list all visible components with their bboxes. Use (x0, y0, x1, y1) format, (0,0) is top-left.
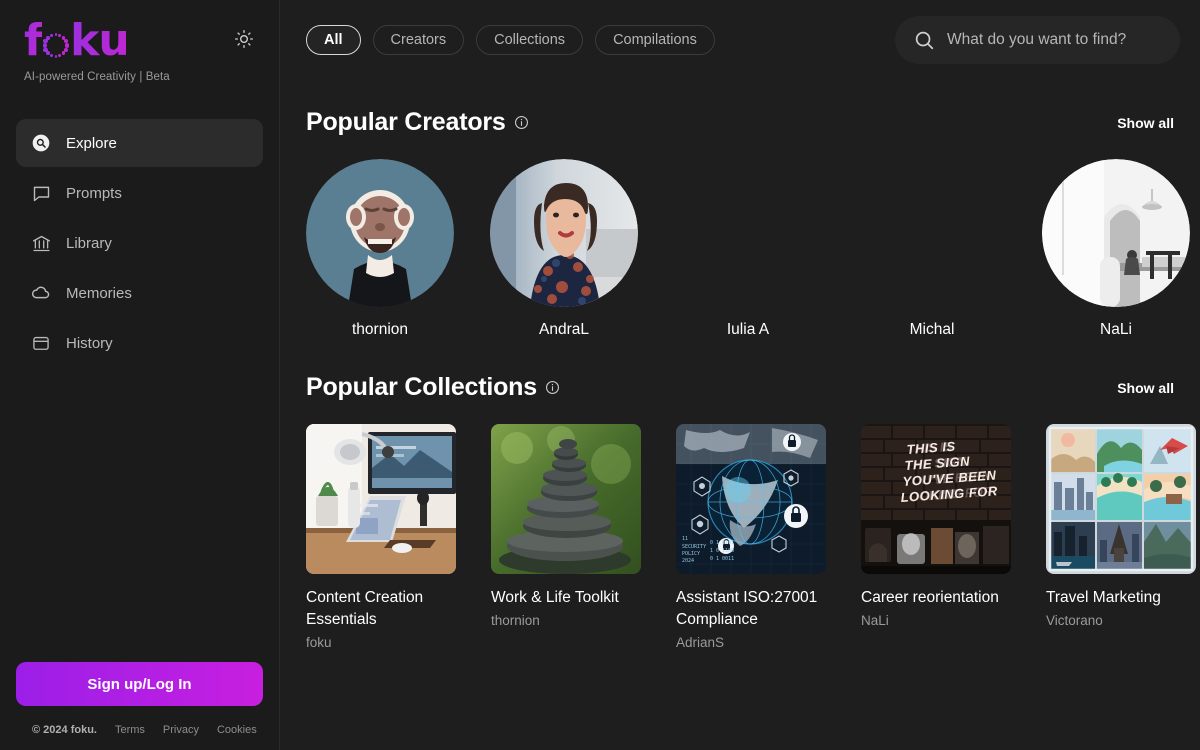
collection-thumbnail (1046, 424, 1196, 574)
creators-section-header: Popular Creators Show all (306, 108, 1200, 137)
theme-toggle-button[interactable] (231, 26, 257, 52)
bank-columns-icon (30, 232, 52, 254)
collection-author: AdrianS (676, 635, 725, 650)
collection-card[interactable]: THIS IS THE SIGN YOU'VE BEEN LOOKING FOR… (861, 424, 1011, 650)
sidebar-bottom: Sign up/Log In © 2024 foku. Terms Privac… (0, 662, 279, 750)
sidebar-footer: © 2024 foku. Terms Privacy Cookies (16, 724, 263, 736)
sidebar-item-library[interactable]: Library (16, 219, 263, 267)
signup-login-button[interactable]: Sign up/Log In (16, 662, 263, 706)
collection-author: Victorano (1046, 613, 1103, 628)
sidebar-item-explore[interactable]: Explore (16, 119, 263, 167)
collections-section-title: Popular Collections (306, 373, 537, 401)
logo-text-part1: f (24, 15, 43, 66)
sun-icon (234, 29, 254, 49)
collection-author: foku (306, 635, 332, 650)
collection-title: Assistant ISO:27001 Compliance (676, 589, 818, 628)
svg-text:0 1 0011: 0 1 0011 (710, 556, 734, 562)
main-content: All Creators Collections Compilations Po… (280, 0, 1200, 750)
creator-name: Iulia A (726, 321, 770, 338)
svg-text:POLICY: POLICY (682, 551, 700, 557)
svg-text:0 1 0101: 0 1 0101 (710, 540, 734, 546)
avatar (674, 159, 822, 307)
collection-author: thornion (491, 613, 540, 628)
logo-wrap: f ku AI-powered Creativity | Beta (24, 18, 170, 84)
content-area: Popular Creators Show all thornion Andra… (280, 108, 1200, 650)
svg-text:11: 11 (682, 536, 688, 542)
creator-card[interactable]: NaLi (1042, 159, 1190, 339)
collections-list: Content Creation Essentials foku Work & … (306, 424, 1200, 650)
sidebar: f ku AI-powered Creativity | Beta Explor… (0, 0, 280, 750)
filter-pill-group: All Creators Collections Compilations (306, 25, 715, 55)
sidebar-item-label: Explore (66, 134, 117, 152)
avatar (490, 159, 638, 307)
filter-pill-compilations[interactable]: Compilations (595, 25, 715, 55)
collection-title: Career reorientation (861, 589, 999, 606)
collection-thumbnail: 11 SECURITY POLICY 2024 0 1 0101 1 0 110… (676, 424, 826, 574)
collection-title: Travel Marketing (1046, 589, 1161, 606)
svg-text:1 0 1100: 1 0 1100 (710, 548, 734, 554)
collection-thumbnail: THIS IS THE SIGN YOU'VE BEEN LOOKING FOR… (861, 424, 1011, 574)
sidebar-nav: Explore Prompts Library Memories History (0, 119, 279, 367)
collection-card[interactable]: Content Creation Essentials foku (306, 424, 456, 650)
avatar (858, 159, 1006, 307)
logo-dot-ring-icon (42, 32, 69, 59)
collection-card[interactable]: 11 SECURITY POLICY 2024 0 1 0101 1 0 110… (676, 424, 826, 650)
collection-thumbnail (491, 424, 641, 574)
collection-thumbnail (306, 424, 456, 574)
creators-show-all-link[interactable]: Show all (1117, 115, 1174, 131)
collections-show-all-link[interactable]: Show all (1117, 380, 1174, 396)
chat-bubble-icon (30, 182, 52, 204)
search-bar[interactable] (895, 16, 1180, 64)
sidebar-item-history[interactable]: History (16, 319, 263, 367)
collection-card[interactable]: Work & Life Toolkit thornion (491, 424, 641, 650)
collection-card[interactable]: Travel Marketing Victorano (1046, 424, 1196, 650)
sidebar-item-memories[interactable]: Memories (16, 269, 263, 317)
app-root: f ku AI-powered Creativity | Beta Explor… (0, 0, 1200, 750)
svg-text:2024: 2024 (682, 558, 694, 564)
sidebar-item-label: Memories (66, 284, 132, 302)
privacy-link[interactable]: Privacy (163, 724, 199, 736)
creators-list: thornion AndraL Iulia A Michal NaLi (306, 159, 1200, 339)
creator-name: thornion (351, 321, 408, 338)
creators-section-title: Popular Creators (306, 108, 506, 136)
info-circle-icon[interactable] (514, 115, 529, 130)
brand-tagline: AI-powered Creativity | Beta (24, 71, 170, 83)
cookies-link[interactable]: Cookies (217, 724, 257, 736)
topbar: All Creators Collections Compilations (280, 0, 1200, 74)
avatar (1042, 159, 1190, 307)
creator-card[interactable]: Iulia A (674, 159, 822, 339)
logo-text-part2: ku (70, 15, 130, 66)
search-icon (913, 29, 935, 51)
terms-link[interactable]: Terms (115, 724, 145, 736)
collections-section-header: Popular Collections Show all (306, 373, 1200, 402)
filter-pill-all[interactable]: All (306, 25, 361, 55)
search-input[interactable] (947, 31, 1162, 49)
sidebar-item-label: History (66, 334, 113, 352)
creator-card[interactable]: thornion (306, 159, 454, 339)
collection-title: Work & Life Toolkit (491, 589, 619, 606)
brand-row: f ku AI-powered Creativity | Beta (0, 0, 279, 83)
explore-search-circle-icon (30, 132, 52, 154)
avatar (306, 159, 454, 307)
collection-author: NaLi (861, 613, 889, 628)
creator-card[interactable]: Michal (858, 159, 1006, 339)
cloud-icon (30, 282, 52, 304)
svg-text:SECURITY: SECURITY (682, 544, 706, 550)
filter-pill-collections[interactable]: Collections (476, 25, 584, 55)
info-circle-icon[interactable] (545, 380, 560, 395)
calendar-icon (30, 332, 52, 354)
sidebar-item-label: Library (66, 234, 112, 252)
filter-pill-creators[interactable]: Creators (372, 25, 465, 55)
creator-card[interactable]: AndraL (490, 159, 638, 339)
sidebar-item-prompts[interactable]: Prompts (16, 169, 263, 217)
creator-name: AndraL (539, 321, 589, 338)
app-logo[interactable]: f ku (24, 18, 170, 64)
creator-name: Michal (909, 321, 955, 338)
copyright-text: © 2024 foku. (32, 724, 97, 736)
creator-name: NaLi (1100, 321, 1132, 338)
sidebar-item-label: Prompts (66, 184, 122, 202)
collection-title: Content Creation Essentials (306, 589, 424, 628)
